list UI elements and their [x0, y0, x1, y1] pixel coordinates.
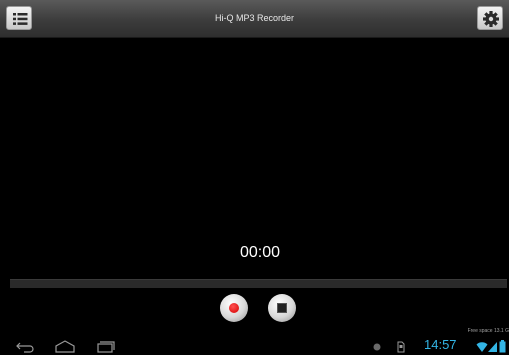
battery-icon — [499, 340, 506, 353]
status-clock: 14:57 — [424, 337, 457, 352]
title-bar: Hi-Q MP3 Recorder — [0, 0, 509, 38]
sync-icon — [373, 343, 381, 351]
elapsed-time: 00:00 — [239, 244, 281, 261]
home-icon[interactable] — [53, 338, 77, 355]
sd-card-icon — [397, 341, 405, 353]
record-icon — [229, 303, 239, 313]
recorder-screen: Hi-Q MP3 Recorder 00:00 Free space 13.1 … — [0, 0, 509, 355]
gear-icon — [483, 11, 499, 27]
app-title: Hi-Q MP3 Recorder — [214, 13, 295, 23]
recordings-list-button[interactable] — [6, 6, 32, 30]
stop-button[interactable] — [268, 294, 296, 322]
list-icon — [13, 13, 28, 25]
recording-progress-bar[interactable] — [10, 279, 507, 288]
settings-button[interactable] — [477, 6, 503, 30]
stop-icon — [277, 303, 287, 313]
wifi-icon — [476, 342, 488, 352]
back-icon[interactable] — [14, 338, 38, 355]
signal-icon — [488, 342, 497, 352]
free-space-label: Free space 13.1 G — [467, 328, 509, 334]
recent-apps-icon[interactable] — [93, 338, 117, 355]
record-button[interactable] — [220, 294, 248, 322]
